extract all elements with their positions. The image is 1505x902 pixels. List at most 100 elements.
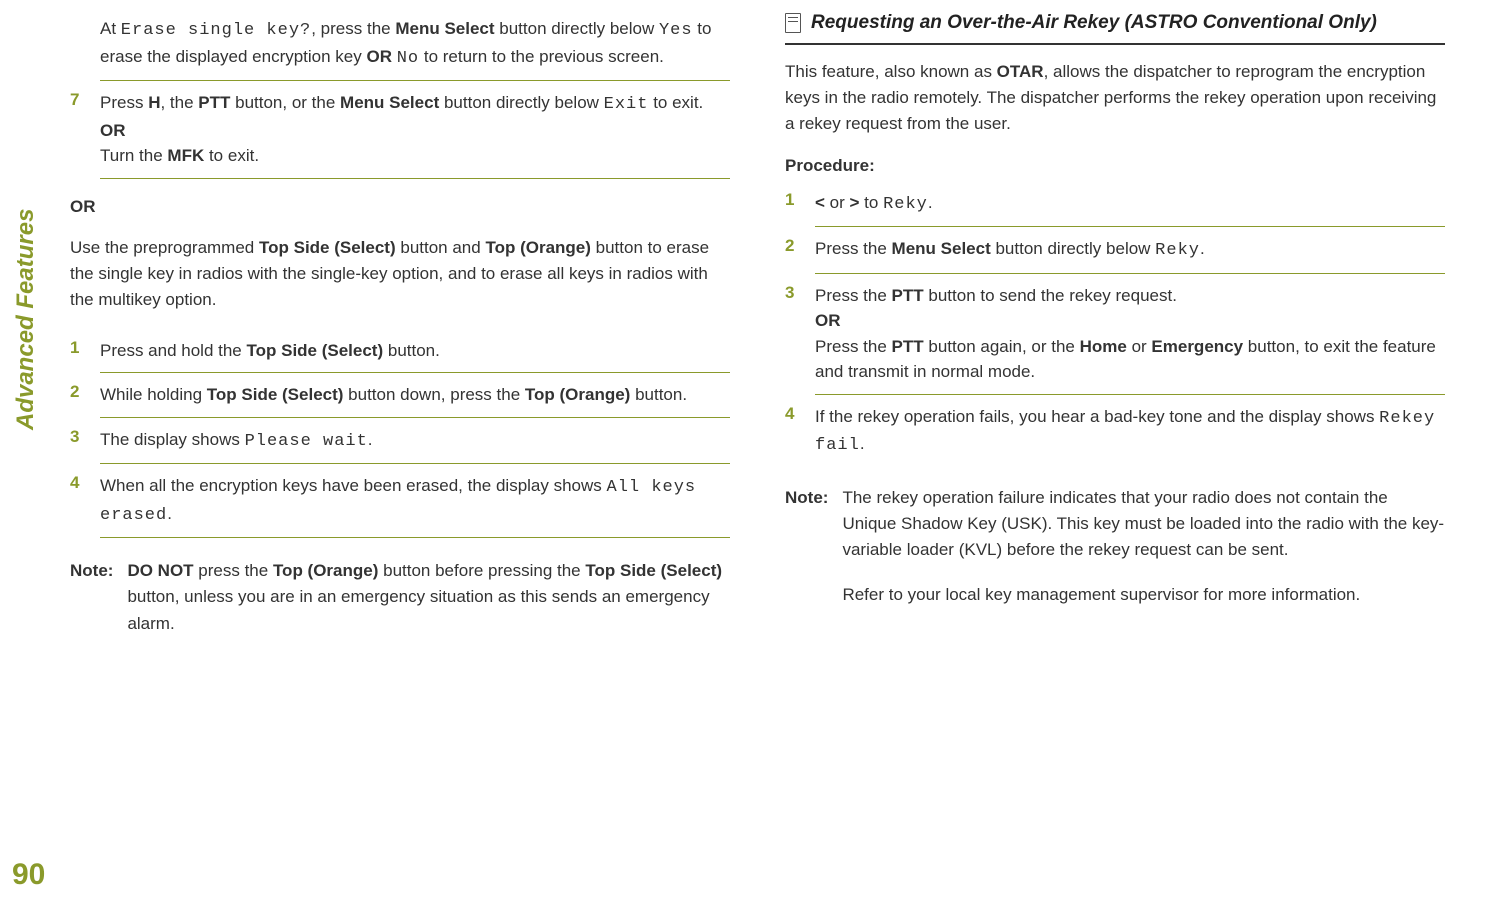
bold-text: Top Side (Select) — [207, 385, 344, 404]
step-number: 3 — [785, 283, 803, 385]
step-number: 4 — [70, 473, 88, 528]
intro-paragraph: This feature, also known as OTAR, allows… — [785, 59, 1445, 138]
text: , press the — [311, 19, 395, 38]
bold-text: Menu Select — [395, 19, 494, 38]
bold-text: Home — [1080, 337, 1127, 356]
text: button directly below — [991, 239, 1155, 258]
home-key: H — [148, 93, 160, 112]
bold-text: DO NOT — [127, 561, 193, 580]
text: This feature, also known as — [785, 62, 997, 81]
text: button again, or the — [924, 337, 1080, 356]
display-text: Please wait — [245, 432, 368, 451]
text: , the — [160, 93, 198, 112]
left-column: At Erase single key?, press the Menu Sel… — [70, 10, 730, 637]
step-b1: 1 Press and hold the Top Side (Select) b… — [70, 332, 730, 370]
procedure-label: Procedure: — [785, 156, 1445, 176]
bold-text: MFK — [167, 146, 204, 165]
text: button to send the rekey request. — [924, 286, 1177, 305]
text: to exit. — [204, 146, 259, 165]
text: If the rekey operation fails, you hear a… — [815, 407, 1379, 426]
display-text: No — [397, 49, 419, 68]
bold-text: Top Side (Select) — [259, 238, 396, 257]
text: button before pressing the — [378, 561, 585, 580]
text: Press — [100, 93, 148, 112]
bold-text: Menu Select — [892, 239, 991, 258]
step-number: 2 — [70, 382, 88, 408]
text: While holding — [100, 385, 207, 404]
text: Press the — [815, 239, 892, 258]
text: At — [100, 19, 121, 38]
step-number: 1 — [70, 338, 88, 364]
display-text: Erase single key? — [121, 21, 311, 40]
step-r1: 1 < or > to Reky. — [785, 184, 1445, 224]
bold-text: PTT — [892, 286, 924, 305]
bold-text: PTT — [892, 337, 924, 356]
text: to return to the previous screen. — [419, 47, 664, 66]
bold-text: PTT — [198, 93, 230, 112]
bold-text: Top (Orange) — [273, 561, 378, 580]
text: press the — [194, 561, 273, 580]
step-b2: 2 While holding Top Side (Select) button… — [70, 376, 730, 414]
note-label: Note: — [785, 485, 828, 608]
nav-right-key: > — [850, 193, 860, 212]
display-text: Exit — [604, 95, 649, 114]
text: . — [860, 434, 865, 453]
bold-text: Menu Select — [340, 93, 439, 112]
text: button directly below — [495, 19, 659, 38]
step-separator — [100, 178, 730, 179]
bold-text: Top (Orange) — [525, 385, 630, 404]
or-text: OR — [815, 311, 841, 330]
heading-text: Requesting an Over-the-Air Rekey (ASTRO … — [811, 10, 1377, 37]
text: Use the preprogrammed — [70, 238, 259, 257]
step-separator — [100, 417, 730, 418]
display-text: Reky — [1155, 241, 1200, 260]
note-paragraph: The rekey operation failure indicates th… — [842, 485, 1445, 564]
bold-text: Top Side (Select) — [246, 341, 383, 360]
step-r2: 2 Press the Menu Select button directly … — [785, 230, 1445, 270]
page-number: 90 — [12, 858, 45, 892]
text: . — [1200, 239, 1205, 258]
or-standalone: OR — [70, 197, 730, 217]
text: . — [167, 504, 172, 523]
nav-left-key: < — [815, 193, 825, 212]
text: The display shows — [100, 430, 245, 449]
display-text: Reky — [883, 195, 928, 214]
paragraph: Use the preprogrammed Top Side (Select) … — [70, 235, 730, 314]
step-7: 7 Press H, the PTT button, or the Menu S… — [70, 84, 730, 175]
step-b4: 4 When all the encryption keys have been… — [70, 467, 730, 534]
step-number: 1 — [785, 190, 803, 218]
step-r3: 3 Press the PTT button to send the rekey… — [785, 277, 1445, 391]
section-side-label: Advanced Features — [12, 209, 40, 430]
bold-text: Top (Orange) — [485, 238, 590, 257]
right-column: Requesting an Over-the-Air Rekey (ASTRO … — [785, 10, 1445, 637]
text: button and — [396, 238, 486, 257]
note-block: Note: DO NOT press the Top (Orange) butt… — [70, 558, 730, 637]
text: to — [859, 193, 883, 212]
text: Press the — [815, 286, 892, 305]
step-separator — [815, 273, 1445, 274]
note-paragraph: Refer to your local key management super… — [842, 582, 1445, 608]
text: button, or the — [230, 93, 340, 112]
step-r4: 4 If the rekey operation fails, you hear… — [785, 398, 1445, 465]
step-b3: 3 The display shows Please wait. — [70, 421, 730, 461]
text: button. — [630, 385, 687, 404]
text: Press and hold the — [100, 341, 246, 360]
text: Turn the — [100, 146, 167, 165]
bold-text: OTAR — [997, 62, 1044, 81]
section-heading: Requesting an Over-the-Air Rekey (ASTRO … — [785, 10, 1445, 45]
bold-text: Top Side (Select) — [585, 561, 722, 580]
step-number: 4 — [785, 404, 803, 459]
text: Press the — [815, 337, 892, 356]
note-label: Note: — [70, 558, 113, 637]
note-body: DO NOT press the Top (Orange) button bef… — [127, 558, 730, 637]
bold-text: OR — [367, 47, 393, 66]
text: to exit. — [648, 93, 703, 112]
bold-text: Emergency — [1151, 337, 1243, 356]
text: . — [928, 193, 933, 212]
step-6-continuation: At Erase single key?, press the Menu Sel… — [70, 10, 730, 77]
text: When all the encryption keys have been e… — [100, 476, 607, 495]
step-separator — [100, 372, 730, 373]
step-separator — [100, 80, 730, 81]
text: button, unless you are in an emergency s… — [127, 587, 709, 632]
step-separator — [815, 226, 1445, 227]
